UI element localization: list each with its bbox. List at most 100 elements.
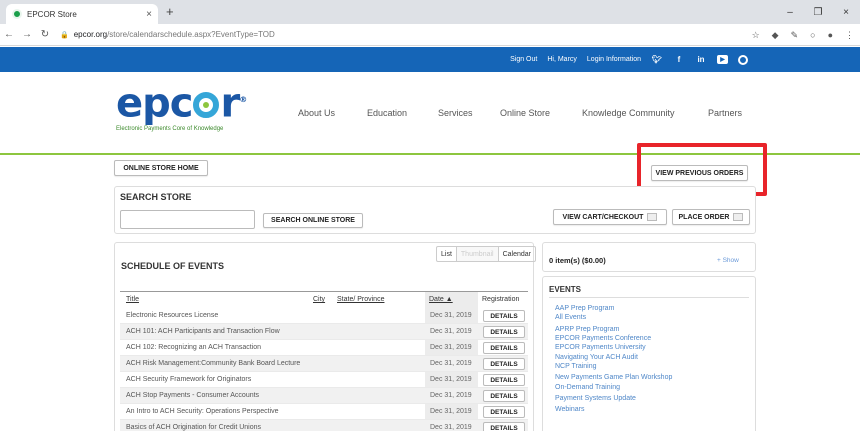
tab-close-icon[interactable]: × (146, 9, 152, 20)
details-button[interactable]: DETAILS (483, 342, 525, 354)
event-category-link[interactable]: Navigating Your ACH Audit (555, 354, 638, 361)
event-title[interactable]: ACH Stop Payments - Consumer Accounts (126, 392, 259, 399)
table-row: ACH Risk Management:Community Bank Board… (120, 356, 528, 372)
close-window-icon[interactable]: × (832, 0, 860, 24)
details-button[interactable]: DETAILS (483, 422, 525, 431)
reload-icon[interactable]: ↻ (36, 29, 54, 40)
event-date: Dec 31, 2019 (430, 312, 472, 319)
column-state[interactable]: State/ Province (337, 296, 384, 303)
back-icon[interactable]: ← (0, 29, 18, 40)
youtube-icon[interactable]: ▶ (717, 55, 728, 64)
event-date: Dec 31, 2019 (430, 408, 472, 415)
browser-tabstrip: EPCOR Store × + – ❐ × (0, 0, 860, 24)
profile-icon[interactable]: ● (828, 30, 833, 40)
cart-icon (647, 213, 658, 221)
event-category-link[interactable]: On-Demand Training (555, 384, 620, 391)
twitter-icon[interactable]: 🐦︎ (651, 54, 663, 66)
details-button[interactable]: DETAILS (483, 390, 525, 402)
linkedin-icon[interactable]: in (695, 54, 707, 66)
event-category-link[interactable]: AAP Prep Program (555, 305, 614, 312)
maximize-icon[interactable]: ❐ (804, 0, 832, 24)
event-title[interactable]: Electronic Resources License (126, 312, 218, 319)
cart-summary: 0 item(s) ($0.00) (549, 256, 606, 265)
new-tab-icon[interactable]: + (166, 4, 174, 19)
table-row: ACH Stop Payments - Consumer Accounts De… (120, 388, 528, 404)
online-store-home-button[interactable]: ONLINE STORE HOME (114, 160, 208, 176)
event-title[interactable]: ACH Risk Management:Community Bank Board… (126, 360, 300, 367)
search-online-store-button[interactable]: SEARCH ONLINE STORE (263, 213, 363, 228)
column-date[interactable]: Date ▲ (429, 296, 453, 303)
column-city[interactable]: City (313, 296, 325, 303)
bookmark-star-icon[interactable]: ☆ (752, 30, 760, 41)
event-category-link[interactable]: Webinars (555, 406, 584, 413)
event-title[interactable]: ACH 102: Recognizing an ACH Transaction (126, 344, 261, 351)
tab-title: EPCOR Store (27, 9, 77, 19)
nav-services[interactable]: Services (438, 108, 473, 118)
cart-show-link[interactable]: + Show (717, 257, 739, 264)
extension-circle-icon[interactable]: ○ (810, 30, 815, 40)
column-registration: Registration (482, 296, 520, 303)
browser-toolbar-actions: ☆ ◆ ✎ ○ ● ⋮ (752, 24, 854, 46)
nav-education[interactable]: Education (367, 108, 407, 118)
event-date: Dec 31, 2019 (430, 424, 472, 431)
site-favicon-icon (12, 9, 22, 19)
event-category-link[interactable]: Payment Systems Update (555, 395, 636, 402)
search-input[interactable] (120, 210, 255, 229)
browser-tab[interactable]: EPCOR Store × (6, 4, 158, 24)
facebook-icon[interactable]: f (673, 54, 685, 66)
view-cart-label: VIEW CART/CHECKOUT (562, 213, 644, 221)
view-list-button[interactable]: List (437, 247, 457, 261)
event-category-link[interactable]: New Payments Game Plan Workshop (555, 374, 672, 381)
table-row: Electronic Resources License Dec 31, 201… (120, 308, 528, 324)
view-cart-checkout-button[interactable]: VIEW CART/CHECKOUT (553, 209, 667, 225)
event-title[interactable]: Basics of ACH Origination for Credit Uni… (126, 424, 261, 431)
nav-online-store[interactable]: Online Store (500, 108, 550, 118)
details-button[interactable]: DETAILS (483, 358, 525, 370)
order-icon (733, 213, 744, 221)
event-date: Dec 31, 2019 (430, 360, 472, 367)
event-title[interactable]: ACH 101: ACH Participants and Transactio… (126, 328, 280, 335)
details-button[interactable]: DETAILS (483, 406, 525, 418)
table-row: ACH Security Framework for Originators D… (120, 372, 528, 388)
menu-kebab-icon[interactable]: ⋮ (845, 30, 854, 41)
place-order-button[interactable]: PLACE ORDER (672, 209, 750, 225)
event-category-link[interactable]: All Events (555, 314, 586, 321)
event-title[interactable]: ACH Security Framework for Originators (126, 376, 251, 383)
settings-icon[interactable] (738, 54, 748, 65)
details-button[interactable]: DETAILS (483, 310, 525, 322)
forward-icon[interactable]: → (18, 29, 36, 40)
table-row: Basics of ACH Origination for Credit Uni… (120, 420, 528, 431)
nav-knowledge-community[interactable]: Knowledge Community (582, 108, 675, 118)
browser-toolbar: ← → ↻ 🔒 epcor.org /store/calendarschedul… (0, 24, 860, 46)
details-button[interactable]: DETAILS (483, 326, 525, 338)
column-title[interactable]: Title (126, 296, 139, 303)
lock-icon: 🔒 (60, 31, 69, 39)
schedule-table-header: Title City State/ Province Date ▲ Regist… (120, 291, 528, 307)
nav-partners[interactable]: Partners (708, 108, 742, 118)
place-order-label: PLACE ORDER (678, 213, 730, 221)
url-host: epcor.org (73, 30, 108, 39)
minimize-icon[interactable]: – (776, 0, 804, 24)
nav-about-us[interactable]: About Us (298, 108, 335, 118)
address-bar[interactable]: 🔒 epcor.org /store/calendarschedule.aspx… (60, 26, 275, 44)
url-path: /store/calendarschedule.aspx?EventType=T… (107, 30, 275, 39)
extension-icon[interactable]: ✎ (791, 30, 799, 41)
event-title[interactable]: An Intro to ACH Security: Operations Per… (126, 408, 279, 415)
table-row: ACH 102: Recognizing an ACH Transaction … (120, 340, 528, 356)
epcor-logo[interactable]: epc r® Electronic Payments Core of Knowle… (116, 78, 247, 132)
event-category-link[interactable]: NCP Training (555, 363, 597, 370)
view-calendar-button[interactable]: Calendar (499, 247, 535, 261)
event-date: Dec 31, 2019 (430, 328, 472, 335)
shield-extension-icon[interactable]: ◆ (772, 30, 779, 41)
greeting-link[interactable]: Hi, Marcy (547, 56, 577, 63)
event-category-link[interactable]: APRP Prep Program (555, 326, 619, 333)
event-category-link[interactable]: EPCOR Payments University (555, 344, 646, 351)
login-information-link[interactable]: Login Information (587, 56, 641, 63)
site-topbar: Sign Out Hi, Marcy Login Information 🐦︎ … (0, 47, 860, 72)
details-button[interactable]: DETAILS (483, 374, 525, 386)
event-category-link[interactable]: EPCOR Payments Conference (555, 335, 651, 342)
sign-out-link[interactable]: Sign Out (510, 56, 537, 63)
view-toggle: List Thumbnail Calendar (436, 246, 537, 262)
events-divider (549, 297, 749, 298)
view-thumbnail-button[interactable]: Thumbnail (456, 247, 499, 261)
